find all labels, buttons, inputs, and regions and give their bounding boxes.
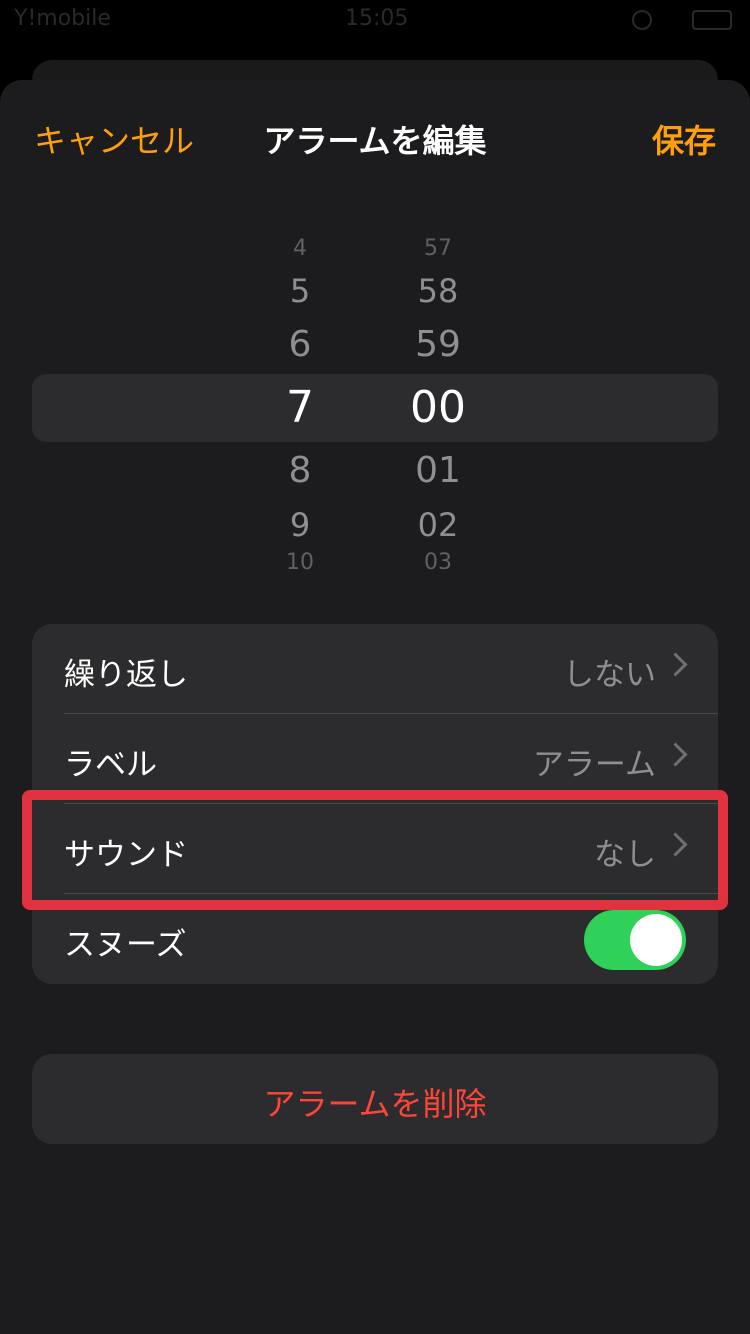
minute-option[interactable]: 03: [378, 550, 498, 575]
sound-row-highlight-annotation: [22, 790, 728, 910]
chevron-right-icon: [663, 742, 688, 767]
carrier-name: Y!mobile: [14, 6, 111, 31]
delete-alarm-button[interactable]: アラームを削除: [32, 1054, 718, 1144]
repeat-row[interactable]: 繰り返し しない: [32, 624, 718, 714]
battery-icon: [692, 10, 732, 30]
picker-selection-highlight: [32, 374, 718, 442]
hour-option[interactable]: 9: [240, 506, 360, 544]
toggle-knob: [630, 914, 682, 966]
snooze-toggle[interactable]: [584, 910, 686, 970]
hour-option[interactable]: 4: [240, 236, 360, 261]
save-button[interactable]: 保存: [652, 116, 716, 162]
alarm-clock-icon: [632, 10, 652, 30]
delete-alarm-label: アラームを削除: [263, 1085, 487, 1123]
alarm-edit-screen: Y!mobile 15:05 キャンセル アラームを編集 保存 4 5 6 7 …: [0, 0, 750, 1334]
minute-option[interactable]: 01: [378, 450, 498, 491]
hour-selected[interactable]: 7: [240, 382, 360, 433]
status-time: 15:05: [345, 6, 409, 31]
repeat-label: 繰り返し: [64, 657, 188, 693]
page-title: アラームを編集: [263, 122, 487, 160]
minute-picker-wheel[interactable]: 57 58 59 00 01 02 03: [378, 80, 498, 580]
minute-option[interactable]: 58: [378, 272, 498, 310]
minute-option[interactable]: 02: [378, 506, 498, 544]
minute-selected[interactable]: 00: [378, 382, 498, 433]
hour-option[interactable]: 5: [240, 272, 360, 310]
edit-alarm-sheet: キャンセル アラームを編集 保存 4 5 6 7 8 9 10 57 58 59…: [0, 80, 750, 1334]
minute-option[interactable]: 59: [378, 324, 498, 365]
label-value: アラーム: [532, 747, 656, 783]
hour-option[interactable]: 8: [240, 450, 360, 491]
repeat-value: しない: [563, 657, 656, 693]
label-label: ラベル: [64, 747, 157, 783]
hour-picker-wheel[interactable]: 4 5 6 7 8 9 10: [240, 80, 360, 580]
status-bar: Y!mobile 15:05: [0, 0, 750, 40]
hour-option[interactable]: 6: [240, 324, 360, 365]
snooze-label: スヌーズ: [64, 927, 187, 963]
minute-option[interactable]: 57: [378, 236, 498, 261]
hour-option[interactable]: 10: [240, 550, 360, 575]
chevron-right-icon: [663, 652, 688, 677]
